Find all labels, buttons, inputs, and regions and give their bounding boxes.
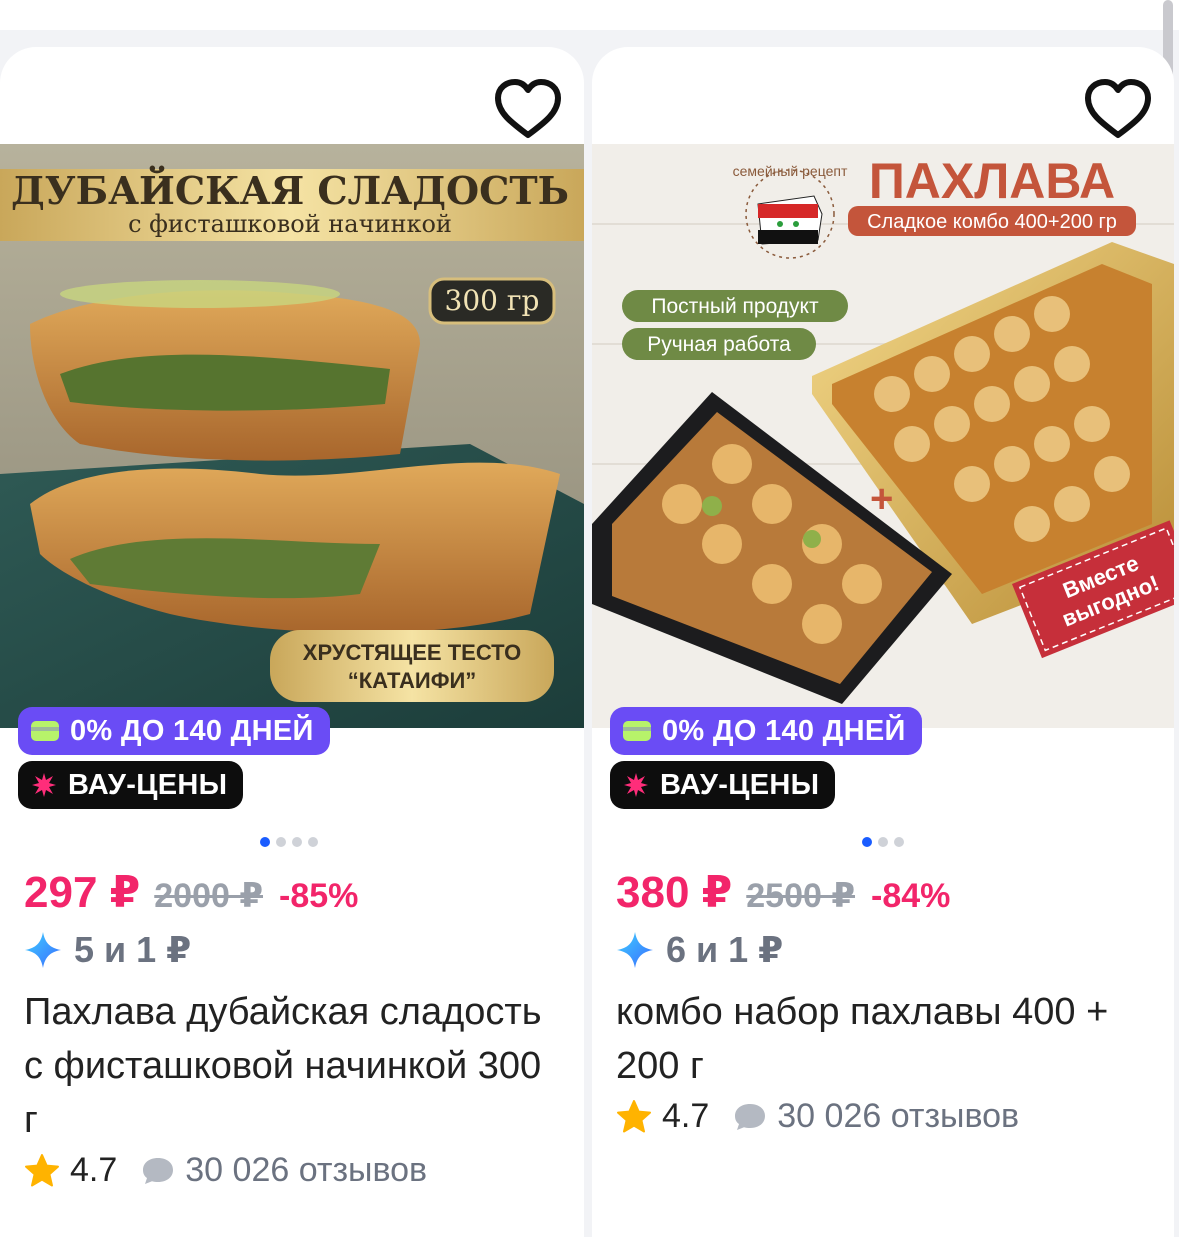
favorite-button[interactable] bbox=[1082, 77, 1154, 141]
image-stamp: семейный рецепт bbox=[733, 163, 848, 179]
splash-icon bbox=[622, 771, 650, 799]
image-ribbon: Сладкое комбо 400+200 гр bbox=[867, 211, 1117, 233]
image-chip2: Ручная работа bbox=[647, 333, 791, 356]
price-row: 380 ₽ 2500 ₽ -84% bbox=[616, 867, 950, 918]
image-headline: ДУБАЙСКАЯ СЛАДОСТЬ bbox=[11, 166, 569, 213]
current-price: 380 ₽ bbox=[616, 868, 733, 917]
image-weight: 300 гр bbox=[445, 284, 540, 317]
image-tag-line1: ХРУСТЯЩЕЕ ТЕСТО bbox=[303, 640, 521, 665]
image-pagination bbox=[260, 837, 318, 847]
current-price: 297 ₽ bbox=[24, 868, 141, 917]
sparkle-icon bbox=[25, 932, 61, 968]
image-subline: с фисташковой начинкой bbox=[128, 210, 452, 238]
bonus-row: 6 и 1 ₽ bbox=[616, 929, 783, 971]
top-strip bbox=[0, 0, 1179, 30]
old-price: 2000 ₽ bbox=[154, 877, 264, 915]
promo-badge: ВАУ-ЦЕНЫ bbox=[18, 761, 244, 809]
reviews-count[interactable]: 30 026 отзывов bbox=[185, 1151, 427, 1190]
installment-badge: 0% ДО 140 ДНЕЙ bbox=[610, 707, 922, 755]
star-icon bbox=[25, 1153, 59, 1186]
heart-icon bbox=[1085, 79, 1151, 138]
old-price: 2500 ₽ bbox=[746, 877, 856, 915]
rating-value: 4.7 bbox=[662, 1097, 710, 1135]
product-image[interactable]: + Вместе выгодно! семейный рецепт ПАХЛАВ… bbox=[592, 144, 1174, 728]
price-row: 297 ₽ 2000 ₽ -85% bbox=[24, 867, 358, 918]
bonus-row: 5 и 1 ₽ bbox=[24, 929, 191, 971]
reviews-count[interactable]: 30 026 отзывов bbox=[777, 1097, 1019, 1136]
product-card[interactable]: + Вместе выгодно! семейный рецепт ПАХЛАВ… bbox=[592, 47, 1174, 1237]
card-icon bbox=[622, 720, 652, 742]
rating-row: 4.7 30 026 отзывов bbox=[24, 1151, 427, 1190]
favorite-button[interactable] bbox=[492, 77, 564, 141]
star-icon bbox=[617, 1099, 651, 1132]
splash-icon bbox=[30, 771, 58, 799]
product-card[interactable]: ДУБАЙСКАЯ СЛАДОСТЬ с фисташковой начинко… bbox=[0, 47, 584, 1237]
sparkle-icon bbox=[617, 932, 653, 968]
image-tag-line2: “КАТАИФИ” bbox=[348, 668, 477, 693]
installment-badge: 0% ДО 140 ДНЕЙ bbox=[18, 707, 330, 755]
image-headline: ПАХЛАВА bbox=[869, 153, 1115, 209]
rating-row: 4.7 30 026 отзывов bbox=[616, 1097, 1019, 1136]
heart-icon bbox=[495, 79, 561, 138]
rating-value: 4.7 bbox=[70, 1151, 118, 1189]
svg-text:+: + bbox=[870, 477, 893, 521]
discount: -84% bbox=[871, 877, 951, 915]
image-chip1: Постный продукт bbox=[651, 295, 819, 318]
product-title[interactable]: комбо набор пахлавы 400 + 200 г bbox=[616, 985, 1144, 1093]
image-pagination bbox=[862, 837, 904, 847]
product-image[interactable]: ДУБАЙСКАЯ СЛАДОСТЬ с фисташковой начинко… bbox=[0, 144, 584, 728]
discount: -85% bbox=[279, 877, 359, 915]
product-title[interactable]: Пахлава дубайская сладость с фисташковой… bbox=[24, 985, 554, 1147]
comment-icon bbox=[735, 1103, 766, 1130]
card-icon bbox=[30, 720, 60, 742]
comment-icon bbox=[143, 1157, 174, 1184]
promo-badge: ВАУ-ЦЕНЫ bbox=[610, 761, 836, 809]
